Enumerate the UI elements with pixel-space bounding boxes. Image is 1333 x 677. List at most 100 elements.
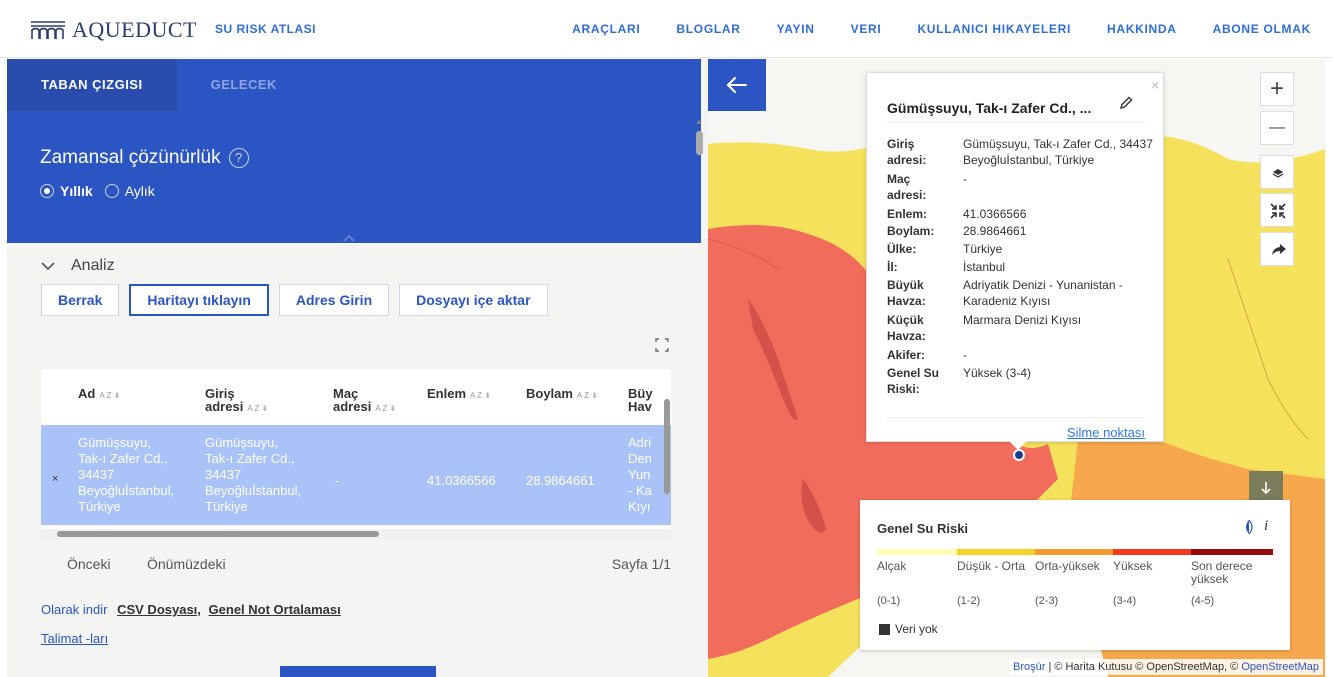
col-header-major-basin[interactable]: Büy Hav bbox=[628, 387, 653, 413]
download-gpa-link[interactable]: Genel Not Ortalaması bbox=[209, 602, 341, 617]
map-view[interactable]: + — × Gümüşsuyu, Tak-ı Zafer Cd., ... Gi… bbox=[708, 59, 1325, 677]
collapse-panel-button[interactable] bbox=[708, 59, 766, 111]
layers-button[interactable] bbox=[1260, 155, 1294, 189]
field-value-latitude: 41.0366566 bbox=[963, 207, 1027, 221]
sort-icon[interactable]: A Z ⇟ bbox=[577, 391, 598, 400]
analysis-section-header[interactable]: Analiz bbox=[41, 257, 115, 275]
legend-swatch-extremely-high bbox=[1191, 549, 1273, 555]
tab-future[interactable]: GELECEK bbox=[177, 59, 311, 111]
help-icon[interactable]: ? bbox=[228, 148, 249, 168]
table-vertical-scrollbar[interactable] bbox=[664, 399, 670, 494]
cell-match-address: - bbox=[335, 473, 340, 488]
attribution-brochure-link[interactable]: Broşür bbox=[1013, 661, 1045, 673]
col-header-match-address[interactable]: Maç adresi A Z ⇟ bbox=[333, 387, 396, 415]
field-value-aquifer: - bbox=[963, 348, 967, 362]
field-label-aquifer: Akifer: bbox=[887, 348, 926, 362]
sort-icon[interactable]: A Z ⇟ bbox=[375, 404, 396, 413]
top-navigation: AQUEDUCT SU RISK ATLASI ARAÇLARI BLOGLAR… bbox=[0, 0, 1333, 58]
tab-baseline[interactable]: TABAN ÇIZGISI bbox=[7, 59, 177, 111]
field-label-latitude: Enlem: bbox=[887, 207, 928, 221]
aqueduct-logo-icon bbox=[31, 21, 65, 39]
close-icon[interactable]: × bbox=[1151, 77, 1159, 93]
sort-icon[interactable]: A Z ⇟ bbox=[470, 391, 491, 400]
cell-major-basin: Adri Den Yun - Ka Kıyı bbox=[628, 435, 652, 514]
zoom-in-button[interactable]: + bbox=[1260, 72, 1294, 106]
legend-range-high: (3-4) bbox=[1113, 595, 1137, 607]
sort-icon[interactable]: A Z ⇟ bbox=[99, 391, 120, 400]
legend-label-extremely-high: Son derece yüksek bbox=[1191, 559, 1253, 586]
field-label-province: İl: bbox=[887, 260, 898, 274]
field-value-country: Türkiye bbox=[963, 242, 1003, 256]
expand-table-icon[interactable] bbox=[655, 338, 669, 352]
atlas-subtitle[interactable]: SU RISK ATLASI bbox=[215, 22, 316, 36]
radio-annual[interactable] bbox=[40, 184, 54, 198]
legend-label-low: Alçak bbox=[877, 559, 907, 573]
legend-label-low-medium: Düşük - Orta bbox=[957, 559, 1026, 573]
legend-label-no-data: Veri yok bbox=[895, 622, 938, 636]
info-icon[interactable]: i bbox=[1264, 518, 1268, 535]
nav-link-about[interactable]: HAKKINDA bbox=[1107, 22, 1177, 36]
nav-link-blogs[interactable]: BLOGLAR bbox=[676, 22, 740, 36]
click-map-button[interactable]: Haritayı tıklayın bbox=[129, 284, 269, 316]
nav-link-subscribe[interactable]: ABONE OLMAK bbox=[1213, 22, 1311, 36]
legend-range-low: (0-1) bbox=[877, 595, 901, 607]
field-value-match-address: - bbox=[963, 172, 967, 186]
attribution-text: | © Harita Kutusu © OpenStreetMap, © bbox=[1048, 661, 1239, 673]
table-horizontal-scrollbar[interactable] bbox=[57, 531, 379, 537]
analysis-title: Analiz bbox=[71, 257, 115, 274]
legend-swatch-medium-high bbox=[1035, 549, 1113, 555]
remove-row-icon[interactable]: × bbox=[52, 473, 58, 485]
temporal-radio-group: Yıllık Aylık bbox=[40, 183, 167, 199]
plus-icon: + bbox=[1269, 75, 1284, 102]
instructions-link[interactable]: Talimat -ları bbox=[41, 631, 108, 646]
radio-monthly[interactable] bbox=[104, 184, 119, 198]
nav-link-user-stories[interactable]: KULLANICI HIKAYELERI bbox=[917, 22, 1071, 36]
delete-point-link[interactable]: Silme noktası bbox=[1067, 425, 1145, 440]
radio-annual-label[interactable]: Yıllık bbox=[60, 183, 93, 199]
layer-opacity-icon[interactable] bbox=[1242, 519, 1256, 535]
download-csv-link[interactable]: CSV Dosyası, bbox=[117, 602, 201, 617]
fit-bounds-button[interactable] bbox=[1260, 193, 1294, 227]
field-label-input-address: Giriş adresi: bbox=[887, 137, 927, 167]
legend-label-medium-high: Orta-yüksek bbox=[1035, 559, 1100, 573]
col-header-input-address[interactable]: Giriş adresi A Z ⇟ bbox=[205, 387, 268, 415]
location-pin[interactable] bbox=[1013, 449, 1025, 461]
col-header-name[interactable]: Ad A Z ⇟ bbox=[78, 387, 120, 402]
arrow-left-icon bbox=[726, 77, 747, 93]
cell-latitude: 41.0366566 bbox=[427, 473, 496, 488]
previous-page-button[interactable]: Önceki bbox=[67, 556, 111, 572]
field-label-match-address: Maç adresi: bbox=[887, 172, 927, 202]
nav-link-data[interactable]: VERI bbox=[851, 22, 882, 36]
zoom-out-button[interactable]: — bbox=[1260, 111, 1294, 145]
pencil-icon[interactable] bbox=[1118, 95, 1134, 111]
table-row[interactable]: × Gümüşsuyu, Tak-ı Zafer Cd., 34437 Beyoğlu… bbox=[41, 425, 671, 525]
share-button[interactable] bbox=[1260, 232, 1294, 266]
collapse-header-icon[interactable] bbox=[343, 233, 355, 245]
col-header-longitude[interactable]: Boylam A Z ⇟ bbox=[526, 387, 598, 402]
clear-button[interactable]: Berrak bbox=[41, 284, 120, 316]
radio-monthly-label[interactable]: Aylık bbox=[125, 183, 155, 199]
import-file-button[interactable]: Dosyayı içe aktar bbox=[399, 284, 548, 316]
brand-logo[interactable]: AQUEDUCT bbox=[30, 17, 197, 43]
attribution-osm-link[interactable]: OpenStreetMap bbox=[1241, 661, 1319, 673]
field-label-overall-risk: Genel Su Riski: bbox=[887, 366, 940, 396]
download-row: Olarak indir CSV Dosyası, Genel Not Orta… bbox=[41, 602, 341, 617]
minus-icon: — bbox=[1269, 119, 1285, 136]
col-header-latitude[interactable]: Enlem A Z ⇟ bbox=[427, 387, 491, 402]
bottom-action-button[interactable] bbox=[280, 666, 436, 677]
enter-address-button[interactable]: Adres Girin bbox=[278, 284, 390, 316]
map-attribution: Broşür | © Harita Kutusu © OpenStreetMap… bbox=[1009, 659, 1323, 675]
field-value-overall-risk: Yüksek (3-4) bbox=[963, 366, 1032, 380]
panel-scrollbar[interactable] bbox=[696, 131, 703, 155]
scenario-tabs: TABAN ÇIZGISI GELECEK bbox=[7, 59, 311, 111]
legend-swatch-high bbox=[1113, 549, 1191, 555]
results-table: Ad A Z ⇟ Giriş adresi A Z ⇟ Maç adresi A Z … bbox=[41, 369, 671, 539]
field-value-input-address: Gümüşsuyu, Tak-ı Zafer Cd., 34437 Beyoğl… bbox=[963, 137, 1153, 167]
nav-link-tools[interactable]: ARAÇLARI bbox=[572, 22, 640, 36]
temporal-resolution-text: Zamansal çözünürlük bbox=[40, 147, 221, 168]
share-arrow-icon bbox=[1272, 244, 1286, 255]
nav-link-publication[interactable]: YAYIN bbox=[777, 22, 815, 36]
sort-icon[interactable]: A Z ⇟ bbox=[247, 404, 268, 413]
panel-scroll-up-icon[interactable]: ▲ bbox=[695, 117, 703, 126]
next-page-button[interactable]: Önümüzdeki bbox=[147, 556, 226, 572]
